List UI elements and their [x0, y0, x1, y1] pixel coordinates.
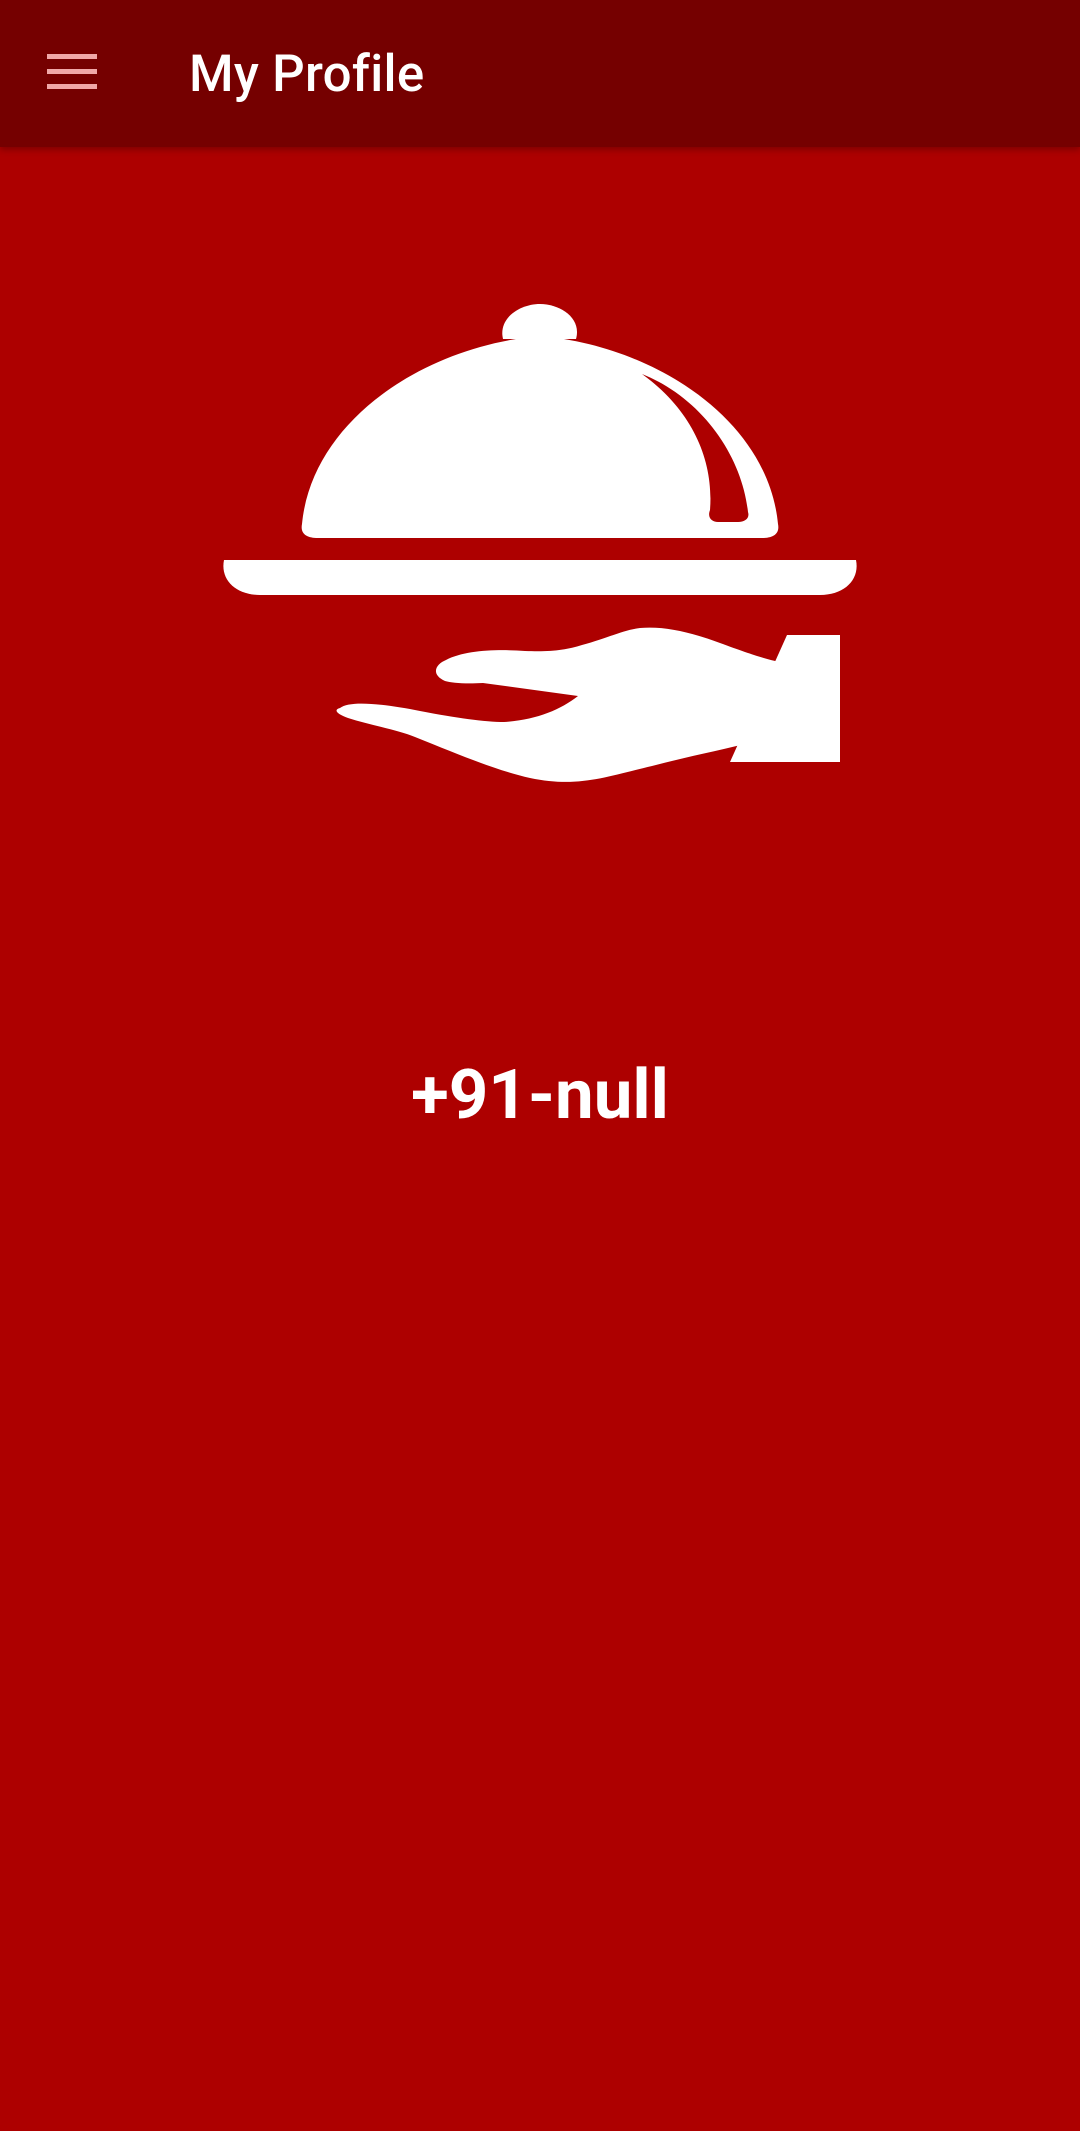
navigation-menu-button[interactable] [32, 36, 112, 108]
page-title: My Profile [189, 45, 425, 104]
top-app-bar: My Profile [0, 0, 1080, 147]
food-serving-cloche-icon [223, 304, 857, 782]
phone-number: +91-null [411, 1054, 669, 1135]
hamburger-menu-icon [47, 54, 97, 89]
